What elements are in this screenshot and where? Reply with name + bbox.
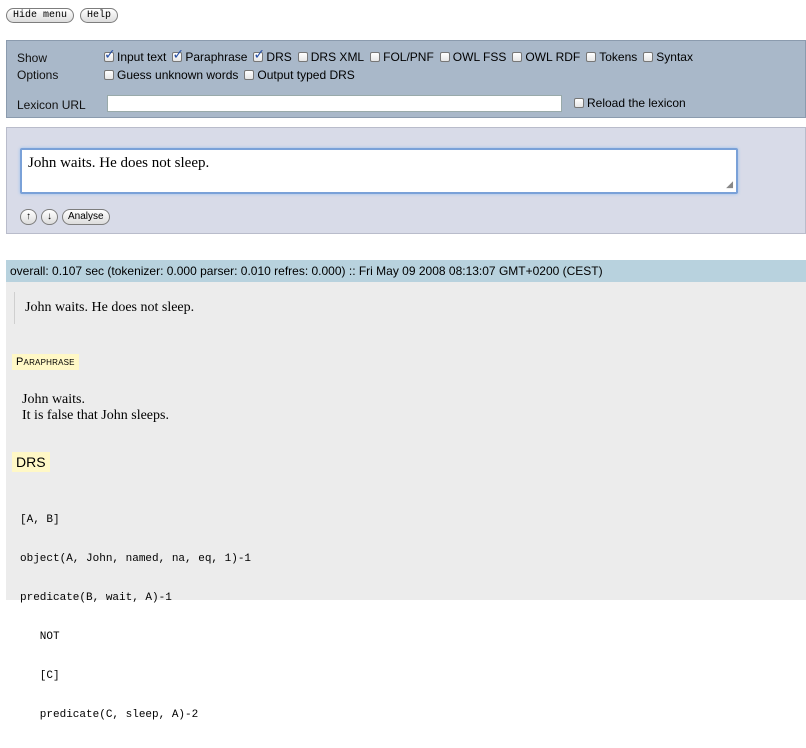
input-echo: John waits. He does not sleep. bbox=[14, 292, 194, 324]
checkbox-label: Syntax bbox=[656, 50, 693, 64]
show-label: Show bbox=[17, 51, 48, 65]
drs-heading: DRS bbox=[12, 452, 50, 472]
output-typed-drs-checkbox[interactable]: Output typed DRS bbox=[244, 68, 355, 82]
show-tokens-checkbox[interactable]: Tokens bbox=[586, 50, 637, 64]
guess-unknown-words-checkbox[interactable]: Guess unknown words bbox=[104, 68, 238, 82]
paraphrase-line: John waits. bbox=[22, 392, 85, 407]
lexicon-url-label: Lexicon URL bbox=[17, 98, 86, 112]
drs-line: NOT bbox=[20, 631, 60, 643]
results-panel: John waits. He does not sleep. Paraphras… bbox=[6, 282, 806, 721]
drs-line: predicate(B, wait, A)-1 bbox=[20, 592, 172, 604]
paraphrase-heading: Paraphrase bbox=[12, 354, 79, 370]
hide-menu-button[interactable]: Hide menu bbox=[6, 8, 75, 23]
checkbox-box[interactable] bbox=[586, 52, 597, 62]
timing-status-bar: overall: 0.107 sec (tokenizer: 0.000 par… bbox=[6, 260, 806, 282]
show-drs-xml-checkbox[interactable]: DRS XML bbox=[297, 50, 365, 64]
history-up-button[interactable]: ↑ bbox=[20, 209, 37, 225]
checkbox-box[interactable] bbox=[512, 52, 523, 62]
checkbox-box[interactable] bbox=[104, 70, 114, 80]
resize-handle-icon[interactable]: ◢ bbox=[726, 179, 733, 190]
checkbox-label: DRS bbox=[266, 50, 292, 64]
checkbox-label: Output typed DRS bbox=[257, 68, 355, 82]
help-button[interactable]: Help bbox=[80, 8, 119, 23]
drs-output: [A, B] object(A, John, named, na, eq, 1)… bbox=[20, 488, 251, 748]
options-label: Options bbox=[17, 68, 59, 82]
show-drs-checkbox[interactable]: DRS bbox=[253, 47, 292, 64]
show-fol-pnf-checkbox[interactable]: FOL/PNF bbox=[370, 50, 434, 64]
drs-line: [A, B] bbox=[20, 514, 60, 526]
drs-line: object(A, John, named, na, eq, 1)-1 bbox=[20, 553, 252, 565]
checkbox-box[interactable] bbox=[104, 47, 116, 63]
drs-line: [C] bbox=[20, 670, 60, 682]
drs-line: predicate(C, sleep, A)-2 bbox=[20, 709, 199, 721]
checkbox-label: Reload the lexicon bbox=[587, 96, 686, 110]
show-syntax-checkbox[interactable]: Syntax bbox=[643, 50, 693, 64]
checkbox-label: DRS XML bbox=[310, 50, 365, 64]
checkbox-label: OWL RDF bbox=[525, 50, 581, 64]
input-panel: John waits. He does not sleep. ◢ ↑ ↓ Ana… bbox=[6, 127, 806, 234]
checkbox-box[interactable] bbox=[643, 52, 654, 62]
show-paraphrase-checkbox[interactable]: Paraphrase bbox=[172, 47, 248, 64]
checkbox-box[interactable] bbox=[370, 52, 381, 62]
paraphrase-text: John waits. It is false that John sleeps… bbox=[22, 392, 169, 424]
checkbox-label: Paraphrase bbox=[185, 50, 248, 64]
checkbox-label: FOL/PNF bbox=[383, 50, 434, 64]
show-checkboxes: Input text Paraphrase DRS DRS XML FOL/PN… bbox=[104, 47, 699, 64]
checkbox-box[interactable] bbox=[172, 47, 184, 63]
checkbox-box[interactable] bbox=[244, 70, 255, 80]
reload-lexicon-checkbox[interactable]: Reload the lexicon bbox=[574, 96, 686, 110]
show-input-text-checkbox[interactable]: Input text bbox=[104, 47, 167, 64]
show-owl-rdf-checkbox[interactable]: OWL RDF bbox=[512, 50, 580, 64]
checkbox-box[interactable] bbox=[253, 47, 265, 63]
input-controls: ↑ ↓ Analyse bbox=[20, 209, 110, 225]
checkbox-label: OWL FSS bbox=[452, 50, 507, 64]
checkbox-label: Tokens bbox=[599, 50, 638, 64]
text-input-area[interactable]: John waits. He does not sleep. ◢ bbox=[20, 148, 738, 194]
history-down-button[interactable]: ↓ bbox=[41, 209, 58, 225]
options-panel: Show Options Lexicon URL Input text Para… bbox=[6, 40, 806, 118]
input-text: John waits. He does not sleep. bbox=[28, 155, 210, 171]
checkbox-box[interactable] bbox=[439, 52, 450, 62]
checkbox-label: Guess unknown words bbox=[117, 68, 239, 82]
option-checkboxes: Guess unknown words Output typed DRS bbox=[104, 68, 361, 82]
analyse-button[interactable]: Analyse bbox=[62, 209, 110, 225]
checkbox-box[interactable] bbox=[574, 98, 584, 108]
lexicon-url-input[interactable] bbox=[107, 95, 562, 112]
paraphrase-line: It is false that John sleeps. bbox=[22, 408, 169, 423]
checkbox-label: Input text bbox=[117, 50, 167, 64]
checkbox-box[interactable] bbox=[297, 52, 308, 62]
top-buttons: Hide menu Help bbox=[6, 8, 119, 23]
show-owl-fss-checkbox[interactable]: OWL FSS bbox=[439, 50, 507, 64]
